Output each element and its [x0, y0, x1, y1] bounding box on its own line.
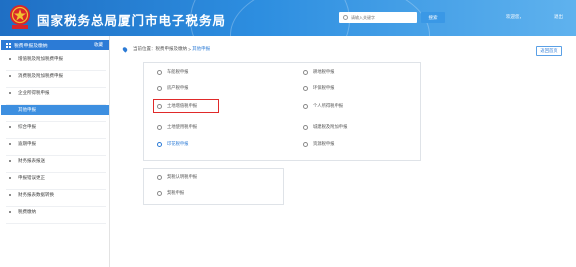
favorite-link[interactable]: 收藏 [94, 42, 103, 48]
radio-icon[interactable] [157, 174, 162, 180]
sidebar-item-label: 消费税及附加税费申报 [18, 73, 63, 78]
sidebar-item[interactable]: 增值税及附加税费申报 [1, 54, 109, 64]
search-field[interactable] [351, 15, 417, 20]
bullet-icon [9, 126, 11, 128]
sidebar-item[interactable]: 逾期申报 [1, 139, 109, 149]
site-title: 国家税务总局厦门市电子税务局 [37, 14, 227, 28]
declaration-option[interactable]: 环保税申报 [303, 84, 334, 92]
option-label: 环保税申报 [313, 85, 335, 90]
user-greeting: 欢迎您， [506, 14, 524, 19]
option-label: 契税申报 [167, 190, 185, 195]
search-input[interactable] [339, 12, 417, 23]
sidebar-item-label: 财务报表数据转换 [18, 192, 54, 197]
bullet-icon [9, 58, 11, 60]
bullet-icon [9, 109, 11, 111]
option-label: 耕地税申报 [313, 69, 335, 74]
declaration-option[interactable]: 契税申报 [157, 189, 184, 197]
option-label: 个人所得税申报 [313, 103, 344, 108]
radio-icon[interactable] [303, 141, 308, 147]
sidebar-title: 税费申报及缴纳 [14, 43, 48, 49]
declaration-option[interactable]: 房产税申报 [157, 84, 188, 92]
declaration-option[interactable]: 土地使用税申报 [157, 123, 197, 131]
sidebar-item[interactable]: 消费税及附加税费申报 [1, 71, 109, 81]
sidebar-item-label: 税费缴纳 [18, 209, 36, 214]
declaration-option[interactable]: 个人所得税申报 [303, 102, 343, 110]
menu-grid-icon [6, 42, 11, 48]
declaration-option[interactable]: 契税认明税申报 [157, 173, 197, 181]
declaration-option[interactable]: 城建税及附加申报 [303, 123, 347, 131]
sidebar-item-label: 财务报表报送 [18, 158, 45, 163]
search-button[interactable]: 搜索 [421, 12, 445, 23]
highlight-box [153, 99, 219, 113]
option-label: 房产税申报 [167, 85, 189, 90]
bullet-icon [9, 160, 11, 162]
option-label: 土地使用税申报 [167, 124, 198, 129]
declaration-option[interactable]: 耕地税申报 [303, 68, 334, 76]
option-label: 车船税申报 [167, 69, 189, 74]
sidebar-item[interactable]: 申报错误更正 [1, 173, 109, 183]
bullet-icon [9, 75, 11, 77]
sidebar-divider [6, 223, 106, 224]
bullet-icon [9, 211, 11, 213]
declaration-option[interactable]: 车船税申报 [157, 68, 188, 76]
breadcrumb-prefix: 当前位置： [133, 46, 156, 51]
breadcrumb: 当前位置： 税费申报及缴纳 > 其他申报 [121, 45, 211, 53]
sidebar-item-label: 申报错误更正 [18, 175, 45, 180]
sidebar-item-label: 增值税及附加税费申报 [18, 56, 63, 61]
sidebar-item[interactable]: 企业所得税申报 [1, 88, 109, 98]
radio-icon[interactable] [303, 69, 308, 75]
bullet-icon [9, 92, 11, 94]
radio-icon[interactable] [303, 124, 308, 130]
location-pin-icon [121, 45, 129, 53]
bullet-icon [9, 177, 11, 179]
sidebar-item-label: 企业所得税申报 [18, 90, 50, 95]
sidebar-item[interactable]: 综合申报 [1, 122, 109, 132]
sidebar-item-label: 综合申报 [18, 124, 36, 129]
sidebar: 税费申报及缴纳 收藏 增值税及附加税费申报 消费税及附加税费申报 企业所得税申报 其他… [0, 36, 110, 267]
sidebar-item-label: 逾期申报 [18, 141, 36, 146]
radio-icon[interactable] [157, 85, 162, 91]
sidebar-item-label: 其他申报 [18, 107, 36, 112]
radio-icon[interactable] [157, 69, 162, 75]
option-label: 契税认明税申报 [167, 174, 198, 179]
bullet-icon [9, 143, 11, 145]
sidebar-item[interactable]: 其他申报 [1, 105, 109, 115]
bullet-icon [9, 194, 11, 196]
radio-icon[interactable] [303, 103, 308, 109]
option-label: 城建税及附加申报 [313, 124, 348, 129]
breadcrumb-current: 其他申报 [192, 46, 211, 51]
sidebar-item[interactable]: 税费缴纳 [1, 207, 109, 217]
option-label: 印花税申报 [167, 141, 189, 146]
search-icon [343, 15, 348, 20]
logout-link[interactable]: 退出 [554, 14, 563, 20]
declaration-option[interactable]: 印花税申报 [157, 140, 188, 148]
radio-icon[interactable] [157, 141, 162, 147]
radio-icon[interactable] [157, 190, 162, 196]
sidebar-item[interactable]: 财务报表数据转换 [1, 190, 109, 200]
radio-icon[interactable] [303, 85, 308, 91]
top-header: 国家税务总局厦门市电子税务局 搜索 欢迎您， 退出 [0, 0, 576, 36]
return-home-button[interactable]: 返回首页 [536, 46, 562, 56]
sidebar-header: 税费申报及缴纳 收藏 [1, 40, 109, 50]
tax-emblem-logo [10, 5, 30, 29]
breadcrumb-parent[interactable]: 税费申报及缴纳 [156, 46, 188, 52]
radio-icon[interactable] [157, 124, 162, 130]
option-label: 资源税申报 [313, 141, 335, 146]
sidebar-item[interactable]: 财务报表报送 [1, 156, 109, 166]
declaration-option[interactable]: 资源税申报 [303, 140, 334, 148]
